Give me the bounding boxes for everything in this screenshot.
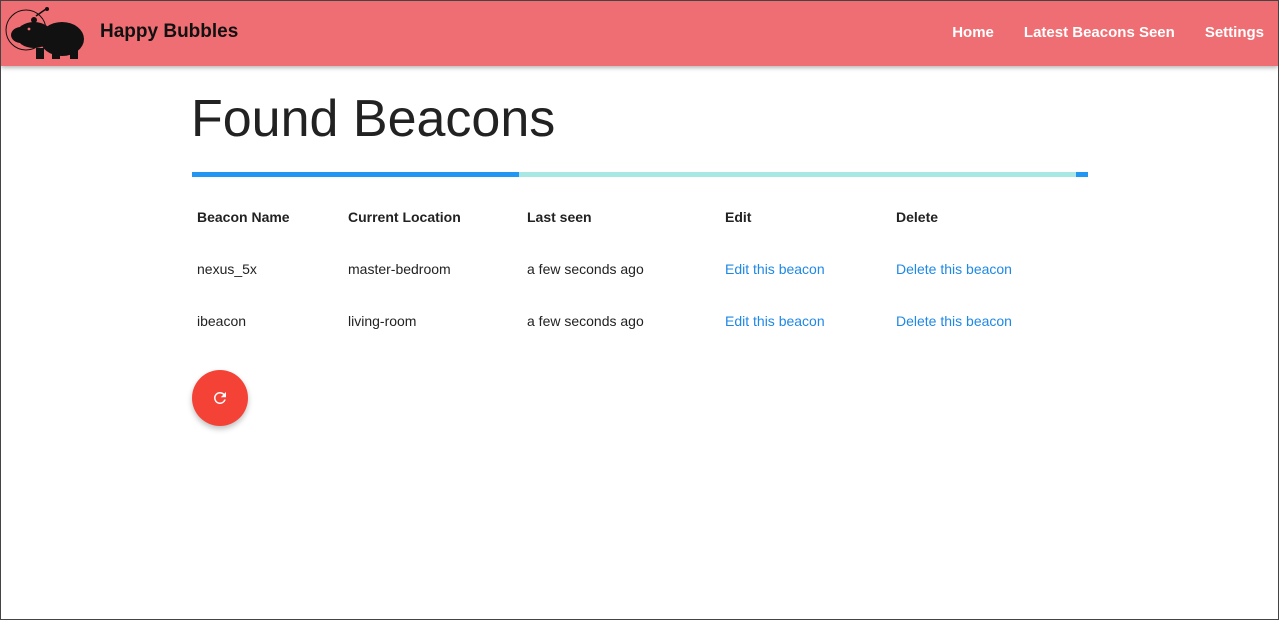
beacon-last-seen-cell: a few seconds ago xyxy=(527,261,644,277)
beacon-location-cell: living-room xyxy=(348,313,417,329)
header-last-seen: Last seen xyxy=(527,209,592,225)
delete-cell: Delete this beacon xyxy=(891,295,1082,347)
edit-beacon-link[interactable]: Edit this beacon xyxy=(725,313,825,329)
app-window: Happy Bubbles Home Latest Beacons Seen S… xyxy=(0,0,1279,620)
nav-links: Home Latest Beacons Seen Settings xyxy=(952,24,1264,41)
delete-beacon-link[interactable]: Delete this beacon xyxy=(896,313,1012,329)
beacon-last-seen-cell: a few seconds ago xyxy=(527,313,644,329)
refresh-icon xyxy=(213,392,226,404)
beacons-table: Beacon Name Current Location Last seen E… xyxy=(192,191,1082,347)
table-row: ibeacon living-room a few seconds ago Ed… xyxy=(192,295,1082,347)
progress-bar-fill xyxy=(192,172,520,177)
nav-settings-link[interactable]: Settings xyxy=(1205,24,1264,41)
header-edit: Edit xyxy=(725,209,752,225)
edit-beacon-link[interactable]: Edit this beacon xyxy=(725,261,825,277)
table-header-row: Beacon Name Current Location Last seen E… xyxy=(192,191,1082,243)
page-title: Found Beacons xyxy=(191,90,556,148)
delete-beacon-link[interactable]: Delete this beacon xyxy=(896,261,1012,277)
edit-cell: Edit this beacon xyxy=(720,295,891,347)
nav-home-link[interactable]: Home xyxy=(952,24,994,41)
capybara-logo-icon[interactable] xyxy=(4,4,86,60)
progress-bar-end xyxy=(1076,172,1088,177)
edit-cell: Edit this beacon xyxy=(720,243,891,295)
beacon-name-cell: nexus_5x xyxy=(197,261,257,277)
navbar: Happy Bubbles Home Latest Beacons Seen S… xyxy=(1,1,1278,66)
delete-cell: Delete this beacon xyxy=(891,243,1082,295)
refresh-button[interactable] xyxy=(192,370,248,426)
progress-bar xyxy=(192,172,1088,177)
nav-latest-beacons-link[interactable]: Latest Beacons Seen xyxy=(1024,24,1175,41)
table-row: nexus_5x master-bedroom a few seconds ag… xyxy=(192,243,1082,295)
beacon-name-cell: ibeacon xyxy=(197,313,247,329)
beacon-location-cell: master-bedroom xyxy=(348,261,451,277)
header-delete: Delete xyxy=(896,209,939,225)
header-beacon-name: Beacon Name xyxy=(197,209,290,225)
brand-name[interactable]: Happy Bubbles xyxy=(100,21,238,43)
header-current-location: Current Location xyxy=(348,209,461,225)
